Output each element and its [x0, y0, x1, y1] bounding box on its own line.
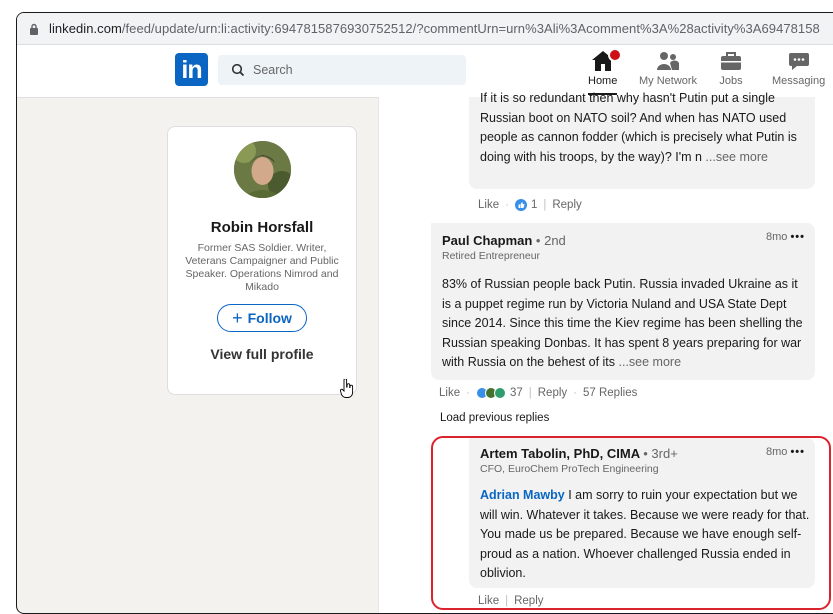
lock-icon — [29, 23, 39, 35]
profile-avatar[interactable] — [233, 141, 291, 198]
follow-label: Follow — [247, 310, 292, 326]
url-text[interactable]: linkedin.com/feed/update/urn:li:activity… — [49, 21, 820, 36]
nav-messaging[interactable]: Messaging — [772, 49, 825, 87]
nav-messaging-label: Messaging — [772, 75, 826, 87]
reaction-count[interactable]: 1 — [531, 199, 537, 211]
search-input[interactable] — [253, 63, 453, 77]
briefcase-icon — [721, 52, 741, 70]
view-full-profile-link[interactable]: View full profile — [168, 346, 356, 362]
search-box[interactable] — [218, 55, 466, 85]
reaction-count[interactable]: 37 — [510, 387, 523, 399]
hand-cursor-icon — [340, 379, 354, 398]
comment-time: 8mo ••• — [765, 231, 805, 243]
nav-network-label: My Network — [639, 75, 698, 87]
follow-button[interactable]: + Follow — [217, 304, 307, 332]
comment-bubble: If it is so redundant then why hasn't Pu… — [469, 91, 815, 189]
comment-text: 83% of Russian people back Putin. Russia… — [442, 277, 803, 369]
messaging-icon — [788, 53, 809, 70]
author-headline: Retired Entrepreneur — [442, 250, 541, 262]
plus-icon: + — [232, 308, 243, 328]
profile-headline: Former SAS Soldier. Writer, Veterans Cam… — [185, 242, 339, 293]
load-previous-replies[interactable]: Load previous replies — [440, 412, 549, 424]
browser-window: linkedin.com/feed/update/urn:li:activity… — [16, 12, 833, 614]
more-options-icon[interactable]: ••• — [790, 231, 805, 243]
nav-jobs[interactable]: Jobs — [719, 49, 743, 87]
comment-bubble-paul: Paul Chapman • 2nd Retired Entrepreneur … — [431, 223, 815, 380]
url-path: /feed/update/urn:li:activity:69478158769… — [121, 21, 820, 36]
see-more-link[interactable]: ...see more — [705, 150, 768, 164]
nav-home[interactable]: Home — [588, 48, 622, 95]
like-button[interactable]: Like — [478, 199, 499, 211]
network-icon — [657, 52, 680, 70]
linkedin-logo[interactable]: in — [175, 53, 208, 86]
comment-author[interactable]: Paul Chapman • 2nd — [442, 233, 566, 248]
nav-my-network[interactable]: My Network — [639, 49, 697, 87]
reply-button[interactable]: Reply — [538, 387, 567, 399]
like-button[interactable]: Like — [439, 387, 460, 399]
nav-jobs-label: Jobs — [719, 75, 743, 87]
see-more-link[interactable]: ...see more — [619, 355, 682, 369]
profile-card: Robin Horsfall Former SAS Soldier. Write… — [167, 126, 357, 395]
profile-name[interactable]: Robin Horsfall — [168, 219, 356, 236]
search-icon — [231, 63, 245, 77]
replies-count-link[interactable]: 57 Replies — [583, 387, 637, 399]
highlight-box — [431, 436, 831, 610]
notification-badge — [607, 48, 622, 62]
reply-button[interactable]: Reply — [552, 199, 581, 211]
reaction-icons — [475, 387, 506, 399]
support-reaction-icon — [493, 387, 506, 399]
url-host: linkedin.com — [49, 21, 122, 36]
like-reaction-icon — [514, 199, 527, 211]
home-icon — [589, 48, 622, 73]
comment-actions: Like · 1 | Reply — [478, 199, 582, 211]
comment-text: If it is so redundant then why hasn't Pu… — [480, 91, 797, 164]
nav-home-label: Home — [588, 75, 618, 87]
comment-actions: Like · 37 | Reply · 57 Replies — [439, 387, 638, 399]
address-bar[interactable]: linkedin.com/feed/update/urn:li:activity… — [17, 13, 833, 45]
